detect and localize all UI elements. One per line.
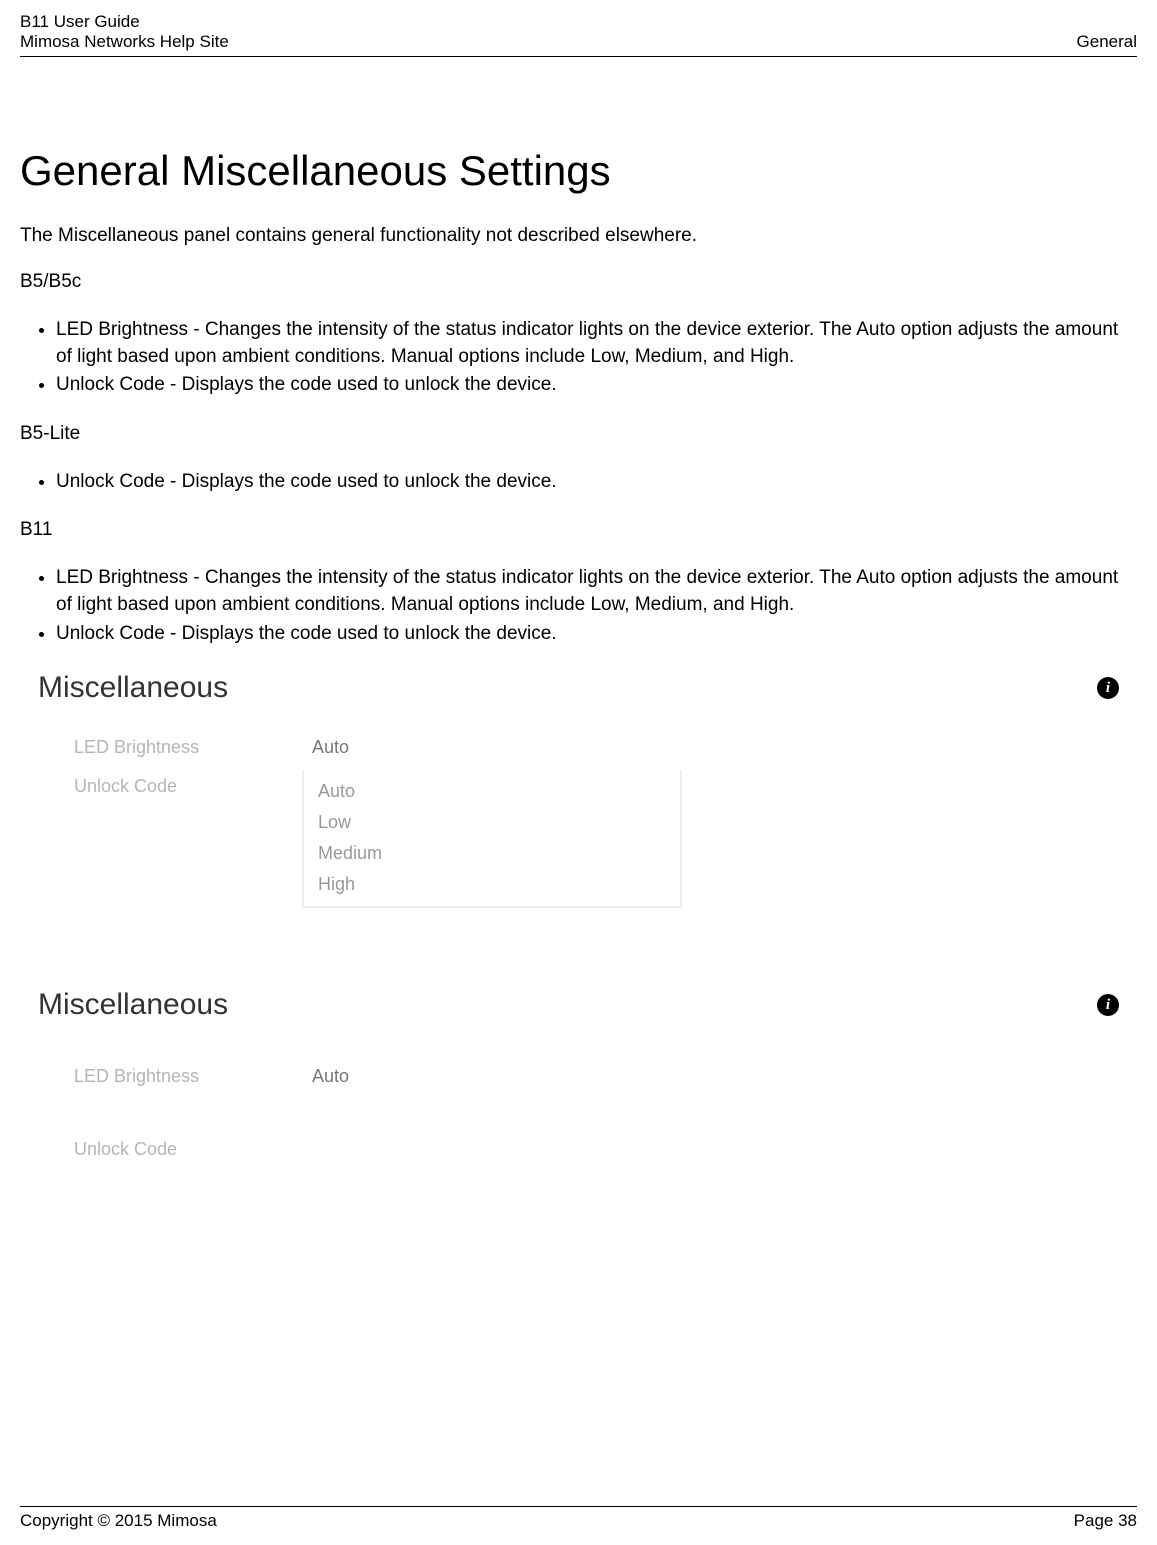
section-b5-label: B5/B5c bbox=[20, 271, 1137, 293]
list-item: Unlock Code - Displays the code used to … bbox=[56, 621, 1137, 648]
section-b5-list: LED Brightness - Changes the intensity o… bbox=[56, 317, 1137, 399]
copyright-text: Copyright © 2015 Mimosa bbox=[20, 1511, 217, 1531]
list-item: Unlock Code - Displays the code used to … bbox=[56, 469, 1137, 496]
main-content: General Miscellaneous Settings The Misce… bbox=[20, 57, 1137, 1160]
dropdown-option-high[interactable]: High bbox=[304, 869, 680, 900]
panel-title: Miscellaneous bbox=[38, 671, 228, 705]
list-item: Unlock Code - Displays the code used to … bbox=[56, 372, 1137, 399]
page-header: B11 User Guide Mimosa Networks Help Site… bbox=[20, 12, 1137, 57]
dropdown-option-auto[interactable]: Auto bbox=[304, 776, 680, 807]
section-b5lite-list: Unlock Code - Displays the code used to … bbox=[56, 469, 1137, 496]
section-label: General bbox=[1077, 32, 1137, 52]
led-brightness-label: LED Brightness bbox=[74, 731, 302, 766]
unlock-code-label: Unlock Code bbox=[74, 770, 302, 908]
list-item: LED Brightness - Changes the intensity o… bbox=[56, 317, 1137, 370]
page-number: Page 38 bbox=[1074, 1511, 1137, 1531]
page-footer: Copyright © 2015 Mimosa Page 38 bbox=[20, 1506, 1137, 1531]
dropdown-option-low[interactable]: Low bbox=[304, 807, 680, 838]
led-brightness-label: LED Brightness bbox=[74, 1060, 302, 1095]
dropdown-option-medium[interactable]: Medium bbox=[304, 838, 680, 869]
info-icon[interactable]: i bbox=[1097, 994, 1119, 1016]
led-brightness-options: Auto Low Medium High bbox=[302, 770, 682, 908]
guide-title: B11 User Guide bbox=[20, 12, 229, 32]
page-title: General Miscellaneous Settings bbox=[20, 147, 1137, 195]
led-brightness-dropdown[interactable]: Auto bbox=[302, 1060, 1119, 1093]
led-brightness-dropdown[interactable]: Auto bbox=[302, 731, 1119, 764]
intro-text: The Miscellaneous panel contains general… bbox=[20, 225, 1137, 247]
section-b11-list: LED Brightness - Changes the intensity o… bbox=[56, 565, 1137, 647]
unlock-code-label: Unlock Code bbox=[74, 1133, 302, 1160]
panel-title: Miscellaneous bbox=[38, 988, 228, 1022]
section-b5lite-label: B5-Lite bbox=[20, 423, 1137, 445]
misc-panel-closed: Miscellaneous i LED Brightness Auto Unlo… bbox=[20, 988, 1137, 1160]
info-icon[interactable]: i bbox=[1097, 677, 1119, 699]
section-b11-label: B11 bbox=[20, 519, 1137, 541]
misc-panel-open: Miscellaneous i LED Brightness Auto Unlo… bbox=[20, 671, 1137, 908]
site-name: Mimosa Networks Help Site bbox=[20, 32, 229, 52]
list-item: LED Brightness - Changes the intensity o… bbox=[56, 565, 1137, 618]
